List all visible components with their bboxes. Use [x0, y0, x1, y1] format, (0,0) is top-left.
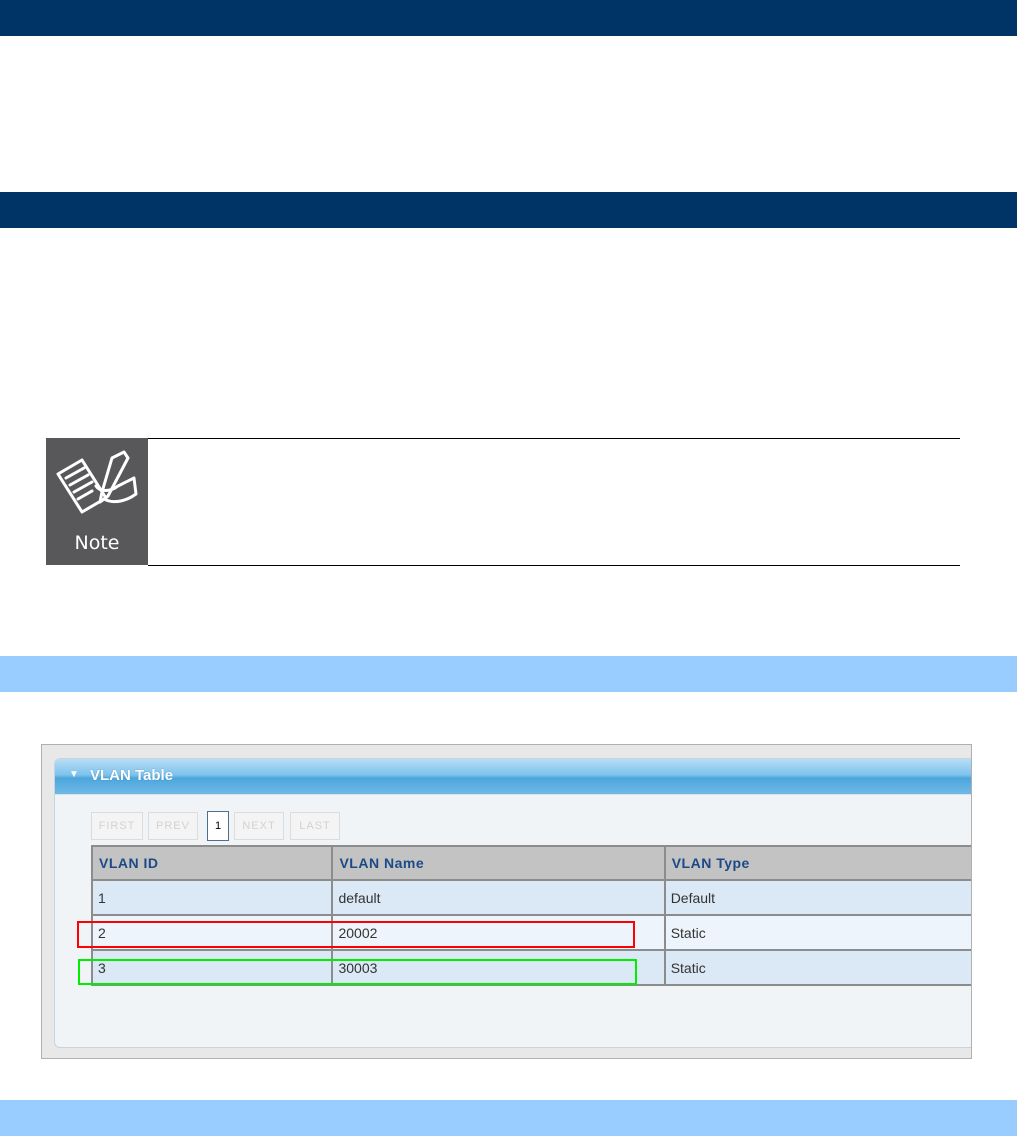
document-page: Note ▼ VLAN Table FIRST PREV 1 NEXT LAST — [0, 0, 1017, 1136]
page-1-button[interactable]: 1 — [207, 811, 229, 841]
panel-header[interactable]: ▼ VLAN Table — [55, 759, 971, 795]
column-header-vlan-id: VLAN ID — [90, 845, 334, 881]
panel-title: VLAN Table — [90, 767, 174, 784]
column-header-vlan-name: VLAN Name — [331, 845, 666, 881]
vlan-name-cell: default — [331, 879, 666, 916]
section-header-bar — [0, 0, 1017, 36]
subsection-header-bar — [0, 1100, 1017, 1136]
subsection-header-bar — [0, 656, 1017, 692]
red-highlight-box — [77, 921, 635, 948]
section-header-bar — [0, 192, 1017, 228]
note-top-rule — [148, 438, 960, 439]
note-box: Note — [46, 438, 148, 565]
table-header-row: VLAN ID VLAN Name VLAN Type — [90, 845, 971, 881]
column-header-vlan-type: VLAN Type — [663, 845, 971, 881]
note-bottom-rule — [148, 565, 960, 566]
vlan-type-cell: Static — [663, 914, 971, 951]
vlan-type-cell: Static — [663, 949, 971, 986]
green-highlight-box — [78, 959, 637, 985]
vlan-id-cell: 1 — [90, 879, 334, 916]
next-page-button[interactable]: NEXT — [234, 812, 284, 840]
vlan-table-panel: ▼ VLAN Table FIRST PREV 1 NEXT LAST VLAN… — [54, 758, 971, 1048]
vlan-type-cell: Default — [663, 879, 971, 916]
last-page-button[interactable]: LAST — [290, 812, 340, 840]
vlan-table-screenshot: ▼ VLAN Table FIRST PREV 1 NEXT LAST VLAN… — [41, 744, 972, 1059]
triangle-down-icon[interactable]: ▼ — [69, 769, 79, 780]
note-label: Note — [74, 532, 120, 554]
table-row: 1 default Default — [90, 879, 971, 916]
note-pencil-icon — [56, 450, 138, 514]
prev-page-button[interactable]: PREV — [148, 812, 198, 840]
first-page-button[interactable]: FIRST — [91, 812, 143, 840]
